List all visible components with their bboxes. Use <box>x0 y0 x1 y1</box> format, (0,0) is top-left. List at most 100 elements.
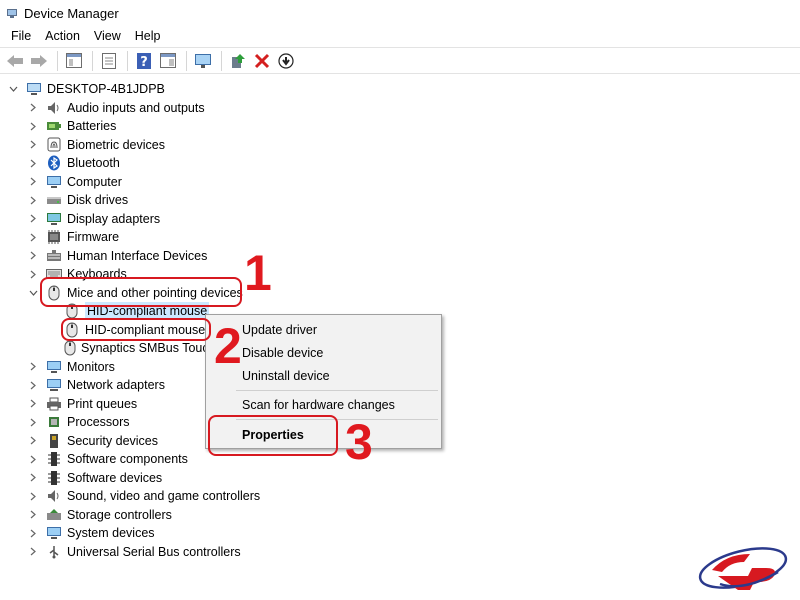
category-label: Sound, video and game controllers <box>67 489 261 503</box>
expand-chevron-icon[interactable] <box>28 469 38 487</box>
collapse-chevron-icon[interactable] <box>8 80 18 98</box>
expand-chevron-icon[interactable] <box>28 247 38 265</box>
svg-text:?: ? <box>140 55 148 69</box>
expand-chevron-icon[interactable] <box>28 432 38 450</box>
menu-scan-hardware[interactable]: Scan for hardware changes <box>206 394 441 416</box>
category-network-adapters[interactable]: Network adapters <box>28 376 165 394</box>
computer-icon <box>26 81 42 97</box>
category-label: Bluetooth <box>67 156 120 170</box>
expand-chevron-icon[interactable] <box>28 228 38 246</box>
menu-action[interactable]: Action <box>38 26 87 46</box>
callout-box-mice <box>40 277 242 307</box>
category-system-devices[interactable]: System devices <box>28 524 155 542</box>
menu-file[interactable]: File <box>4 26 38 46</box>
category-label: Storage controllers <box>67 507 172 522</box>
storage-controller-icon <box>46 507 62 523</box>
monitor-icon[interactable] <box>192 50 214 72</box>
category-storage-controllers[interactable]: Storage controllers <box>28 506 172 524</box>
category-label: Display adapters <box>67 211 161 226</box>
sound-controller-icon <box>46 488 62 504</box>
toolbar-separator <box>186 50 187 71</box>
category-firmware[interactable]: Firmware <box>28 228 119 246</box>
category-label: Security devices <box>67 433 159 448</box>
bluetooth-icon <box>46 155 62 171</box>
callout-box-properties <box>208 415 338 456</box>
category-sound-video-game[interactable]: Sound, video and game controllers <box>28 487 260 505</box>
expand-chevron-icon[interactable] <box>28 487 38 505</box>
printer-icon <box>46 396 62 412</box>
security-device-icon <box>46 433 62 449</box>
window-title: Device Manager <box>24 5 119 21</box>
tree-root[interactable]: DESKTOP-4B1JDPB <box>8 80 165 98</box>
expand-chevron-icon[interactable] <box>28 117 38 135</box>
monitor-icon <box>46 174 62 190</box>
update-driver-icon[interactable] <box>227 50 249 72</box>
collapse-chevron-icon[interactable] <box>28 284 38 302</box>
expand-chevron-icon[interactable] <box>28 450 38 468</box>
category-label: Software devices <box>67 470 163 485</box>
properties-icon[interactable] <box>98 50 120 72</box>
show-hide-console-tree-icon[interactable] <box>63 50 85 72</box>
software-component-icon <box>46 451 62 467</box>
forward-icon[interactable] <box>28 50 50 72</box>
back-icon[interactable] <box>4 50 26 72</box>
category-label: Universal Serial Bus controllers <box>67 544 241 559</box>
category-monitors[interactable]: Monitors <box>28 358 115 376</box>
category-label: System devices <box>67 526 155 540</box>
software-device-icon <box>46 470 62 486</box>
category-print-queues[interactable]: Print queues <box>28 395 137 413</box>
category-processors[interactable]: Processors <box>28 413 130 431</box>
category-label: Software components <box>67 452 188 466</box>
device-synaptics-touchpad[interactable]: Synaptics SMBus Touc <box>64 339 205 357</box>
brand-logo <box>698 547 788 590</box>
category-security-devices[interactable]: Security devices <box>28 432 158 450</box>
category-bluetooth[interactable]: Bluetooth <box>28 154 120 172</box>
expand-chevron-icon[interactable] <box>28 210 38 228</box>
category-label: Network adapters <box>67 378 165 392</box>
usb-icon <box>46 544 62 560</box>
category-label: Firmware <box>67 230 120 244</box>
category-human-interface-devices[interactable]: Human Interface Devices <box>28 247 207 265</box>
menu-help[interactable]: Help <box>128 26 168 46</box>
category-usb-controllers[interactable]: Universal Serial Bus controllers <box>28 543 241 561</box>
expand-chevron-icon[interactable] <box>28 358 38 376</box>
download-icon[interactable] <box>275 50 297 72</box>
system-device-icon <box>46 525 62 541</box>
action-pane-icon[interactable] <box>157 50 179 72</box>
expand-chevron-icon[interactable] <box>28 173 38 191</box>
expand-chevron-icon[interactable] <box>28 136 38 154</box>
expand-chevron-icon[interactable] <box>28 395 38 413</box>
device-manager-app-icon <box>7 9 17 18</box>
step-number-2: 2 <box>214 318 242 374</box>
category-label: Monitors <box>67 359 115 374</box>
disk-drive-icon <box>46 192 62 208</box>
expand-chevron-icon[interactable] <box>28 154 38 172</box>
category-batteries[interactable]: Batteries <box>28 117 116 135</box>
expand-chevron-icon[interactable] <box>28 506 38 524</box>
menu-view[interactable]: View <box>87 26 128 46</box>
category-biometric[interactable]: Biometric devices <box>28 136 165 154</box>
help-icon[interactable]: ? <box>133 50 155 72</box>
expand-chevron-icon[interactable] <box>28 543 38 561</box>
fingerprint-icon <box>46 137 62 153</box>
expand-chevron-icon[interactable] <box>28 524 38 542</box>
expand-chevron-icon[interactable] <box>28 265 38 283</box>
step-number-3: 3 <box>345 414 373 470</box>
category-computer[interactable]: Computer <box>28 173 122 191</box>
category-label: Processors <box>67 415 130 429</box>
mouse-icon <box>64 340 76 356</box>
display-adapter-icon <box>46 211 62 227</box>
device-label: Synaptics SMBus Touc <box>81 341 205 355</box>
category-disk-drives[interactable]: Disk drives <box>28 191 128 209</box>
expand-chevron-icon[interactable] <box>28 376 38 394</box>
expand-chevron-icon[interactable] <box>28 191 38 209</box>
category-display-adapters[interactable]: Display adapters <box>28 210 160 228</box>
category-software-components[interactable]: Software components <box>28 450 188 468</box>
menu-separator <box>236 390 438 391</box>
category-software-devices[interactable]: Software devices <box>28 469 162 487</box>
title-bar: Device Manager <box>0 0 800 26</box>
expand-chevron-icon[interactable] <box>28 413 38 431</box>
category-audio[interactable]: Audio inputs and outputs <box>28 99 205 117</box>
uninstall-icon[interactable] <box>251 50 273 72</box>
expand-chevron-icon[interactable] <box>28 99 38 117</box>
